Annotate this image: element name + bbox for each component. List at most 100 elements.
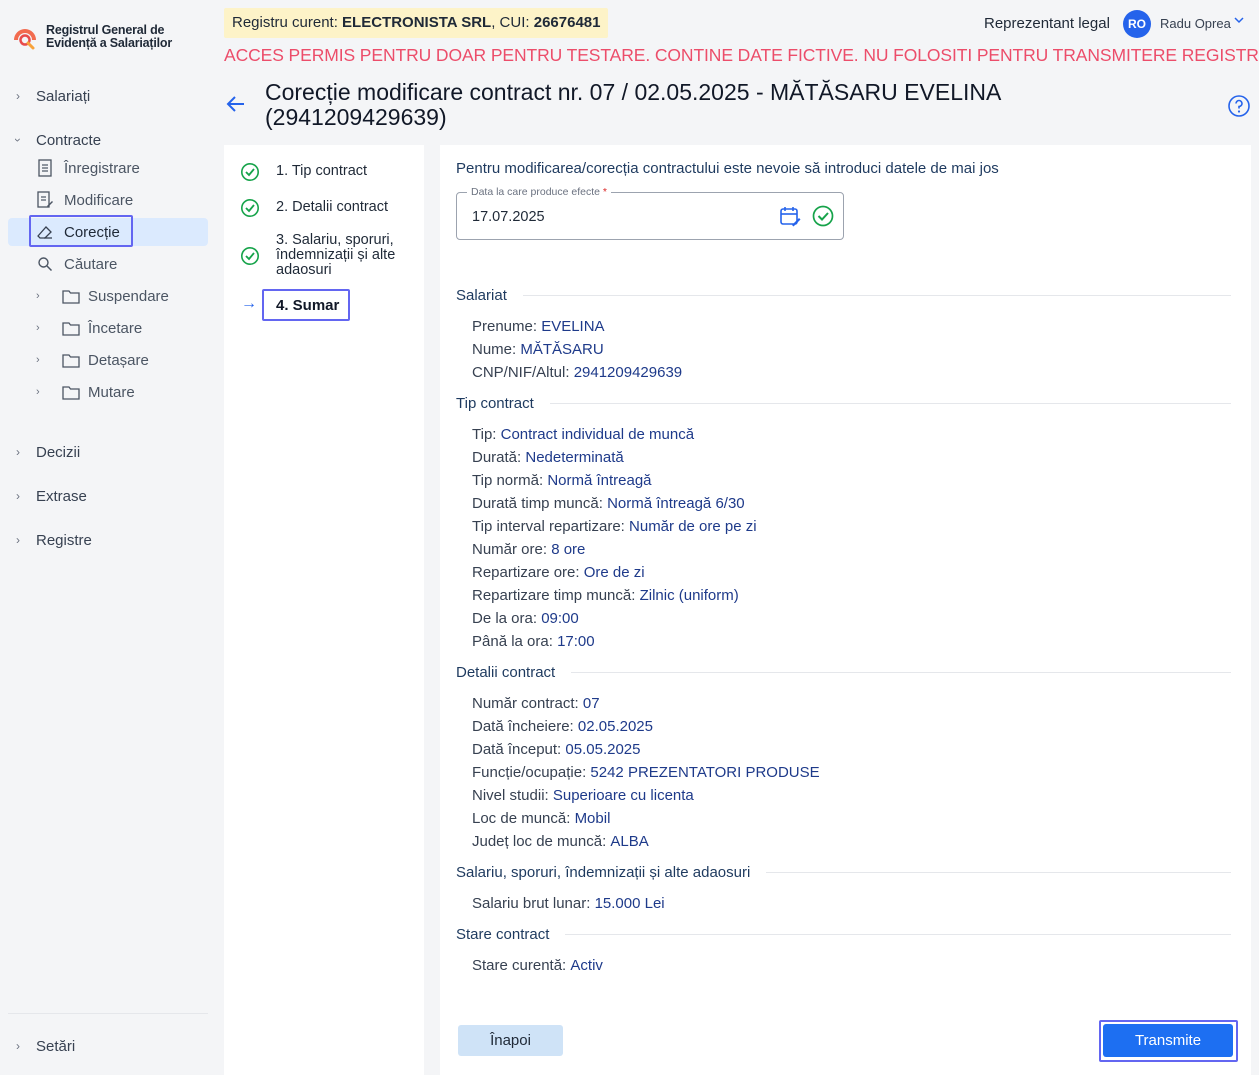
chevron-right-icon: ›	[16, 533, 20, 547]
chevron-down-icon: ›	[11, 138, 25, 142]
app-logo[interactable]: Registrul General de Evidență a Salariaț…	[10, 22, 172, 52]
field-value: 5242 PREZENTATORI PRODUSE	[590, 764, 820, 781]
app-title-line2: Evidență a Salariaților	[46, 36, 173, 50]
field-de-la-ora: De la ora: 09:00	[472, 610, 579, 627]
nav-contracte[interactable]: › Contracte	[0, 126, 210, 154]
help-icon[interactable]	[1227, 94, 1251, 118]
chevron-right-icon: ›	[16, 89, 20, 103]
back-button[interactable]: Înapoi	[458, 1025, 563, 1056]
date-field-label: Data la care produce efecte *	[467, 186, 612, 198]
date-value[interactable]: 17.07.2025	[472, 209, 545, 225]
step-label: 3. Salariu, sporuri, îndemnizații și alt…	[276, 232, 396, 278]
check-circle-icon	[240, 198, 260, 218]
date-label-text: Data la care produce efecte	[471, 186, 600, 198]
section-divider	[522, 295, 1231, 296]
document-edit-icon	[36, 191, 54, 209]
chevron-down-icon[interactable]	[1233, 14, 1245, 29]
cui-prefix: , CUI:	[491, 14, 534, 31]
sidebar-folder-label: Încetare	[88, 319, 143, 337]
field-numar-ore: Număr ore: 8 ore	[472, 541, 585, 558]
field-nume: Nume: MĂTĂSARU	[472, 341, 604, 358]
field-value: EVELINA	[541, 318, 605, 335]
cui-value: 26676481	[533, 14, 601, 31]
field-numar-contract: Număr contract: 07	[472, 695, 600, 712]
field-value: Mobil	[574, 810, 611, 827]
sidebar-folder-detasare[interactable]: › Detașare	[36, 346, 208, 374]
document-icon	[36, 159, 54, 177]
section-title: Stare contract	[456, 926, 550, 943]
sidebar-item-label: Căutare	[64, 255, 118, 273]
sidebar-item-modificare[interactable]: Modificare	[36, 186, 208, 214]
field-durata: Durată: Nedeterminată	[472, 449, 624, 466]
chevron-right-icon: ›	[16, 445, 20, 459]
field-tip-norma: Tip normă: Normă întreagă	[472, 472, 652, 489]
field-value: 09:00	[541, 610, 579, 627]
field-value: Zilnic (uniform)	[639, 587, 739, 604]
back-arrow-icon[interactable]	[224, 92, 248, 116]
field-label: Tip:	[472, 426, 501, 443]
nav-setari-label: Setări	[36, 1037, 76, 1055]
field-label: Dată început:	[472, 741, 566, 758]
nav-salariati[interactable]: › Salariați	[0, 82, 210, 110]
section-divider	[565, 934, 1231, 935]
sidebar-folder-incetare[interactable]: › Încetare	[36, 314, 208, 342]
nav-extrase[interactable]: › Extrase	[0, 482, 210, 510]
field-value: ALBA	[610, 833, 649, 850]
avatar[interactable]: RO	[1123, 10, 1151, 38]
sidebar-folder-mutare[interactable]: › Mutare	[36, 378, 208, 406]
sidebar-folder-label: Suspendare	[88, 287, 169, 305]
field-value: 05.05.2025	[565, 741, 641, 758]
section-salariat: Salariat	[456, 287, 1231, 304]
valid-check-icon	[812, 205, 834, 227]
field-label: Până la ora:	[472, 633, 558, 650]
focus-outline	[29, 215, 133, 247]
step-4-current[interactable]: 4. Sumar	[262, 289, 350, 321]
current-registry-badge: Registru curent: ELECTRONISTA SRL, CUI: …	[224, 8, 609, 38]
field-pana-la-ora: Până la ora: 17:00	[472, 633, 595, 650]
nav-setari[interactable]: › Setări	[0, 1032, 210, 1060]
chevron-right-icon: ›	[16, 489, 20, 503]
field-nivel-studii: Nivel studii: Superioare cu licenta	[472, 787, 694, 804]
field-label: Tip interval repartizare:	[472, 518, 630, 535]
nav-extrase-label: Extrase	[36, 487, 87, 505]
field-interval: Tip interval repartizare: Număr de ore p…	[472, 518, 757, 535]
nav-registre[interactable]: › Registre	[0, 526, 210, 554]
submit-button[interactable]: Transmite	[1103, 1024, 1233, 1057]
field-value: Nedeterminată	[525, 449, 624, 466]
field-value: 02.05.2025	[577, 718, 653, 735]
user-name[interactable]: Radu Oprea	[1160, 16, 1231, 31]
field-loc-munca: Loc de muncă: Mobil	[472, 810, 610, 827]
chevron-right-icon: ›	[36, 386, 40, 398]
arrow-right-icon: →	[241, 295, 257, 312]
steps-panel	[224, 145, 424, 1075]
nav-decizii[interactable]: › Decizii	[0, 438, 210, 466]
field-label: Stare curentă:	[472, 957, 571, 974]
calendar-icon[interactable]	[779, 205, 801, 227]
sidebar-item-cautare[interactable]: Căutare	[36, 250, 208, 278]
field-value: Activ	[570, 957, 603, 974]
field-tip: Tip: Contract individual de muncă	[472, 426, 694, 443]
step-2[interactable]: 2. Detalii contract	[240, 198, 388, 218]
test-warning-banner: ACCES PERMIS PENTRU DOAR PENTRU TESTARE.…	[224, 45, 1259, 65]
field-repartizare-ore: Repartizare ore: Ore de zi	[472, 564, 645, 581]
folder-icon	[62, 320, 80, 336]
field-label: Funcție/ocupație:	[472, 764, 591, 781]
field-label: Număr contract:	[472, 695, 583, 712]
field-durata-timp: Durată timp muncă: Normă întreagă 6/30	[472, 495, 745, 512]
field-label: Dată încheiere:	[472, 718, 578, 735]
step-label: 2. Detalii contract	[276, 199, 389, 215]
step-label: 1. Tip contract	[276, 163, 368, 179]
chevron-right-icon: ›	[36, 290, 40, 302]
folder-icon	[62, 352, 80, 368]
step-3[interactable]: 3. Salariu, sporuri, îndemnizații și alt…	[240, 233, 410, 278]
step-1[interactable]: 1. Tip contract	[240, 162, 367, 182]
field-label: Nume:	[472, 341, 521, 358]
logo-icon	[10, 22, 40, 52]
registry-prefix: Registru curent:	[232, 14, 343, 31]
field-value: Ore de zi	[583, 564, 645, 581]
field-label: Durată timp muncă:	[472, 495, 608, 512]
sidebar-item-inregistrare[interactable]: Înregistrare	[36, 154, 208, 182]
section-divider	[571, 672, 1231, 673]
required-marker: *	[602, 186, 608, 198]
sidebar-folder-suspendare[interactable]: › Suspendare	[36, 282, 208, 310]
